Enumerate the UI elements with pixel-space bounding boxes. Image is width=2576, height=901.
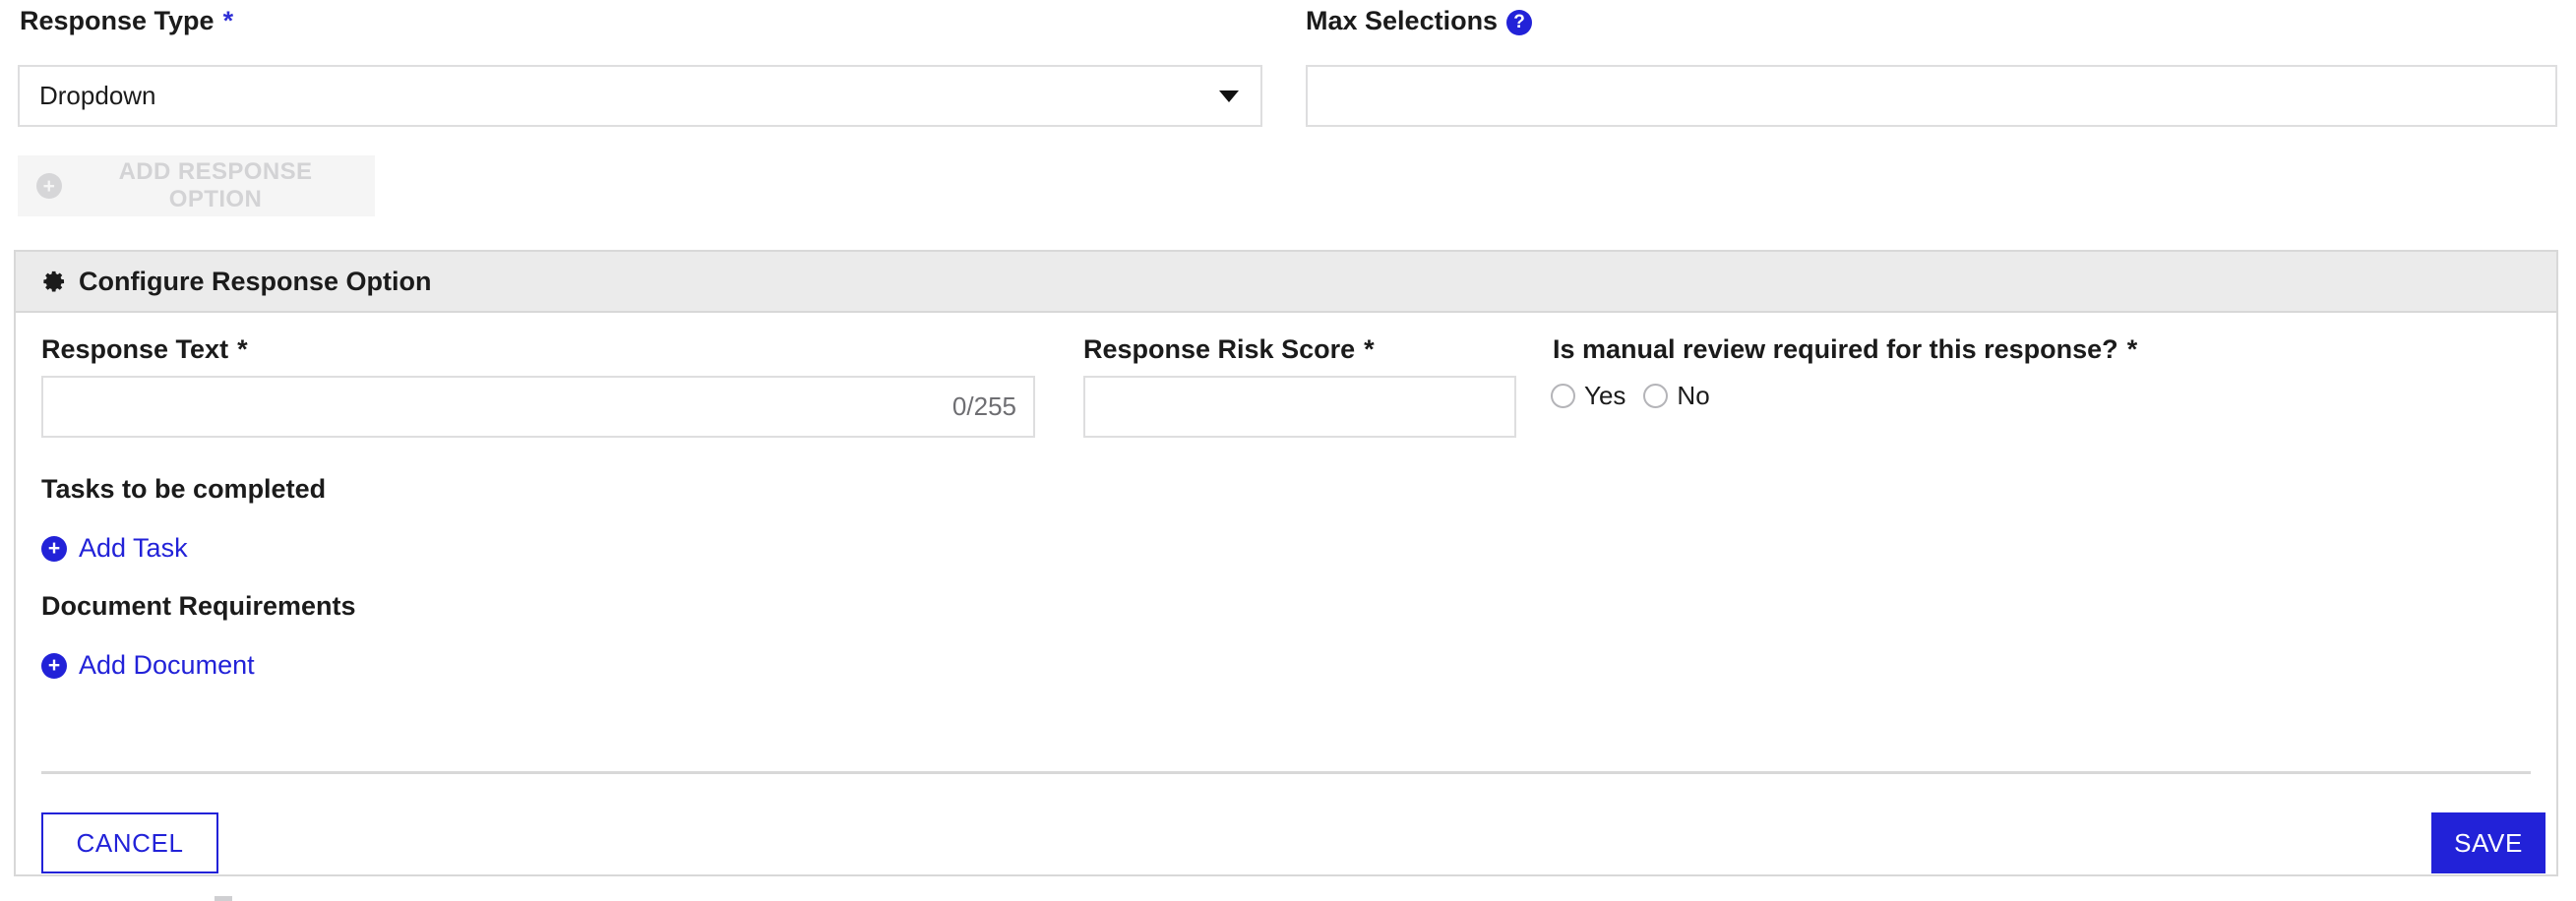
add-response-option-label: ADD RESPONSE OPTION [118,158,313,212]
gear-icon [43,270,65,292]
plus-circle-icon: + [36,173,62,199]
radio-option-yes[interactable]: Yes [1551,381,1625,411]
response-type-row: Response Type * Dropdown Max Selections … [0,0,2576,146]
manual-review-label: Is manual review required for this respo… [1553,336,2137,363]
plus-circle-icon: + [41,652,67,679]
plus-circle-icon: + [41,535,67,562]
add-document-label: Add Document [79,650,255,680]
response-text-label: Response Text * [41,336,248,363]
max-selections-input[interactable] [1306,65,2557,127]
response-type-selected-value: Dropdown [39,81,156,110]
radio-option-no-label: No [1677,380,1710,410]
radio-option-yes-label: Yes [1584,380,1626,410]
response-type-select[interactable]: Dropdown [18,65,1262,127]
risk-score-label-text: Response Risk Score [1083,334,1356,364]
panel-title: Configure Response Option [79,266,432,296]
cancel-button[interactable]: CANCEL [41,812,218,873]
response-type-label: Response Type * [20,8,233,34]
help-circle-icon[interactable]: ? [1506,9,1533,35]
max-selections-label-text: Max Selections [1306,6,1499,35]
required-asterisk: * [237,334,248,364]
radio-circle-icon[interactable] [1551,383,1575,408]
cut-off-element-stub [215,896,232,901]
add-response-option-button[interactable]: + ADD RESPONSE OPTION [18,155,375,216]
panel-body: Response Text * 0/255 Response Risk Scor… [16,313,2556,874]
manual-review-label-text: Is manual review required for this respo… [1553,334,2118,364]
add-task-label: Add Task [79,533,188,563]
response-text-label-text: Response Text [41,334,229,364]
required-asterisk: * [1364,334,1375,364]
required-asterisk: * [222,6,234,35]
risk-score-input[interactable] [1083,376,1516,438]
add-task-link[interactable]: + Add Task [41,533,188,564]
radio-circle-icon[interactable] [1643,383,1669,408]
required-asterisk: * [2126,334,2138,364]
manual-review-radio-group: Yes No [1551,376,1710,415]
risk-score-label: Response Risk Score * [1083,336,1375,363]
configure-response-option-panel: Configure Response Option Response Text … [14,250,2558,876]
character-counter: 0/255 [951,391,1016,421]
footer-divider [41,771,2531,774]
response-text-input[interactable]: 0/255 [41,376,1035,438]
tasks-heading: Tasks to be completed [41,474,327,504]
add-document-link[interactable]: + Add Document [41,650,255,681]
radio-option-no[interactable]: No [1643,380,1710,411]
chevron-down-icon [1219,90,1239,102]
documents-heading: Document Requirements [41,591,356,621]
panel-header: Configure Response Option [16,252,2556,313]
save-button[interactable]: SAVE [2431,812,2545,873]
response-type-label-text: Response Type [20,6,215,35]
max-selections-label: Max Selections ? [1306,6,1533,35]
